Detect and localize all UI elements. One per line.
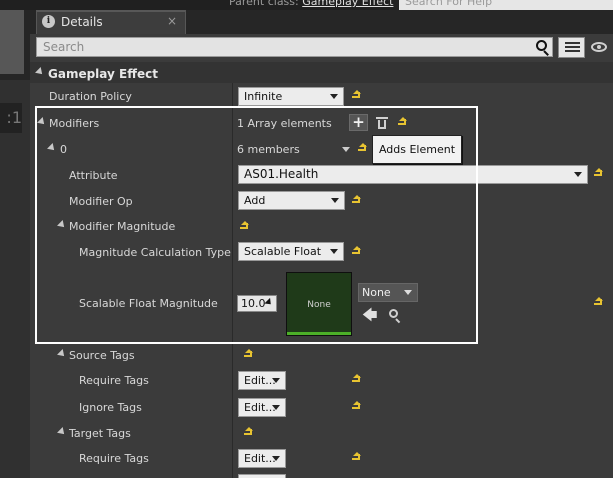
tab-details-label: Details (61, 15, 103, 29)
tab-details[interactable]: i Details × (36, 10, 186, 34)
parent-class-info: Parent class: Gameplay Effect (229, 0, 393, 8)
property-matrix-button[interactable] (558, 37, 585, 58)
source-require-tags-label: Require Tags (79, 374, 149, 387)
search-icon[interactable] (534, 39, 550, 56)
source-ignore-tags-label: Ignore Tags (79, 401, 142, 414)
highlight-box (35, 106, 478, 344)
duration-policy-value: Infinite (244, 90, 283, 103)
view-options-eye-icon[interactable] (588, 37, 613, 58)
source-tags-label: Source Tags (69, 349, 135, 362)
row-source-tags: Source Tags (30, 343, 613, 367)
reset-to-default-icon[interactable] (350, 401, 362, 413)
partial-edit[interactable] (238, 474, 286, 478)
source-require-tags-edit[interactable]: Edit... (238, 371, 286, 390)
chevron-down-icon (574, 172, 582, 177)
row-source-require-tags: Require Tags Edit... (30, 368, 613, 392)
reset-to-default-icon[interactable] (592, 297, 604, 309)
search-help-input[interactable]: Search For Help (399, 0, 613, 10)
row-duration-policy: Duration Policy Infinite (30, 84, 613, 108)
reset-to-default-icon[interactable] (242, 349, 254, 361)
category-gameplay-effect[interactable]: Gameplay Effect (30, 62, 613, 83)
chevron-down-icon (272, 456, 280, 461)
reset-to-default-icon[interactable] (350, 374, 362, 386)
search-placeholder: Search (43, 40, 85, 54)
duration-policy-combo[interactable]: Infinite (238, 87, 344, 106)
reset-to-default-icon[interactable] (592, 168, 604, 180)
row-target-tags: Target Tags (30, 421, 613, 445)
viewport-label: :1 (0, 103, 22, 133)
search-input[interactable]: Search (36, 37, 553, 57)
reset-to-default-icon[interactable] (242, 427, 254, 439)
chevron-down-icon (272, 378, 280, 383)
left-panel-strip: :1 (0, 10, 30, 478)
info-icon: i (42, 15, 55, 28)
row-partial (30, 472, 613, 478)
viewport-area (0, 80, 30, 478)
close-icon[interactable]: × (167, 14, 177, 28)
category-title: Gameplay Effect (48, 67, 158, 81)
parent-class-link[interactable]: Gameplay Effect (302, 0, 393, 8)
duration-policy-label: Duration Policy (49, 90, 132, 103)
left-panel-block (0, 10, 24, 74)
chevron-down-icon (272, 405, 280, 410)
parent-class-label: Parent class: (229, 0, 299, 8)
collapse-arrow-icon[interactable] (57, 427, 67, 437)
row-target-require-tags: Require Tags Edit... (30, 446, 613, 470)
collapse-arrow-icon[interactable] (57, 349, 67, 359)
target-tags-label: Target Tags (69, 427, 131, 440)
chevron-down-icon (330, 94, 338, 99)
collapse-arrow-icon[interactable] (35, 67, 45, 77)
target-require-tags-edit[interactable]: Edit... (238, 449, 286, 468)
reset-to-default-icon[interactable] (350, 90, 362, 102)
row-source-ignore-tags: Ignore Tags Edit... (30, 395, 613, 419)
top-bar: Parent class: Gameplay Effect Search For… (0, 0, 613, 10)
target-require-tags-label: Require Tags (79, 452, 149, 465)
source-ignore-tags-edit[interactable]: Edit... (238, 398, 286, 417)
reset-to-default-icon[interactable] (350, 452, 362, 464)
